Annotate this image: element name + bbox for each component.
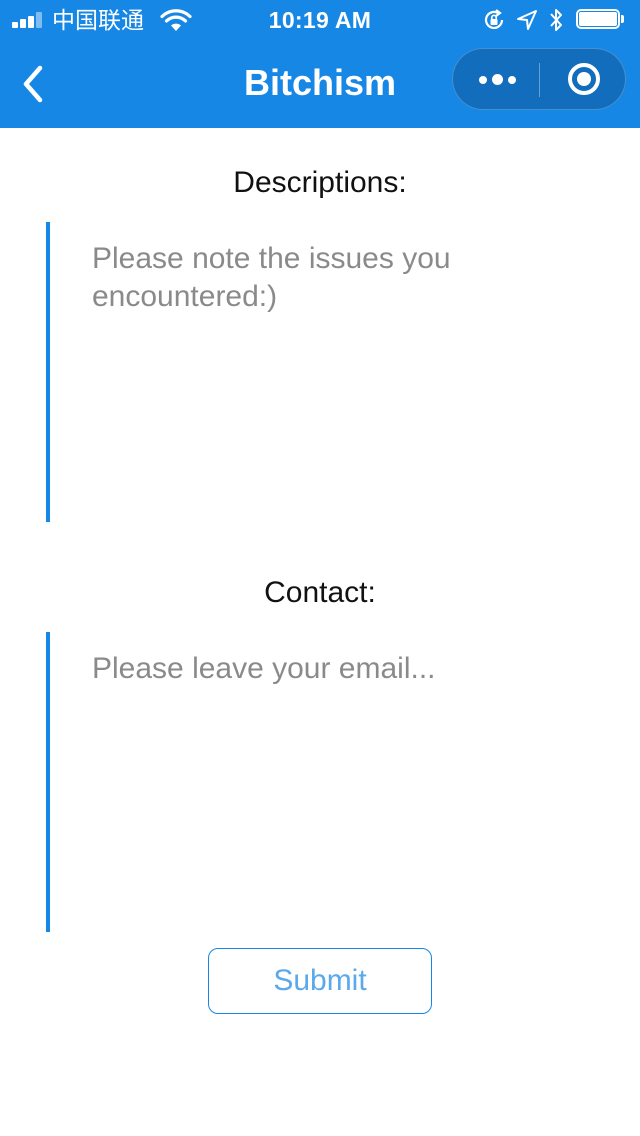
rotation-lock-icon bbox=[484, 9, 504, 29]
contact-label: Contact: bbox=[264, 576, 376, 609]
battery-icon bbox=[576, 9, 626, 31]
bluetooth-icon bbox=[550, 9, 562, 31]
status-bar: 中国联通 10:19 AM bbox=[0, 0, 640, 40]
submit-button[interactable]: Submit bbox=[208, 948, 432, 1014]
mini-program-capsule bbox=[452, 48, 626, 110]
location-arrow-icon bbox=[517, 10, 537, 30]
more-dots-icon[interactable] bbox=[453, 49, 539, 109]
nav-bar: Bitchism bbox=[0, 40, 640, 128]
description-textarea[interactable] bbox=[46, 222, 606, 522]
status-time: 10:19 AM bbox=[268, 7, 372, 33]
description-label: Descriptions: bbox=[233, 166, 407, 199]
contact-textarea[interactable] bbox=[46, 632, 606, 932]
target-circle-icon[interactable] bbox=[540, 49, 626, 109]
